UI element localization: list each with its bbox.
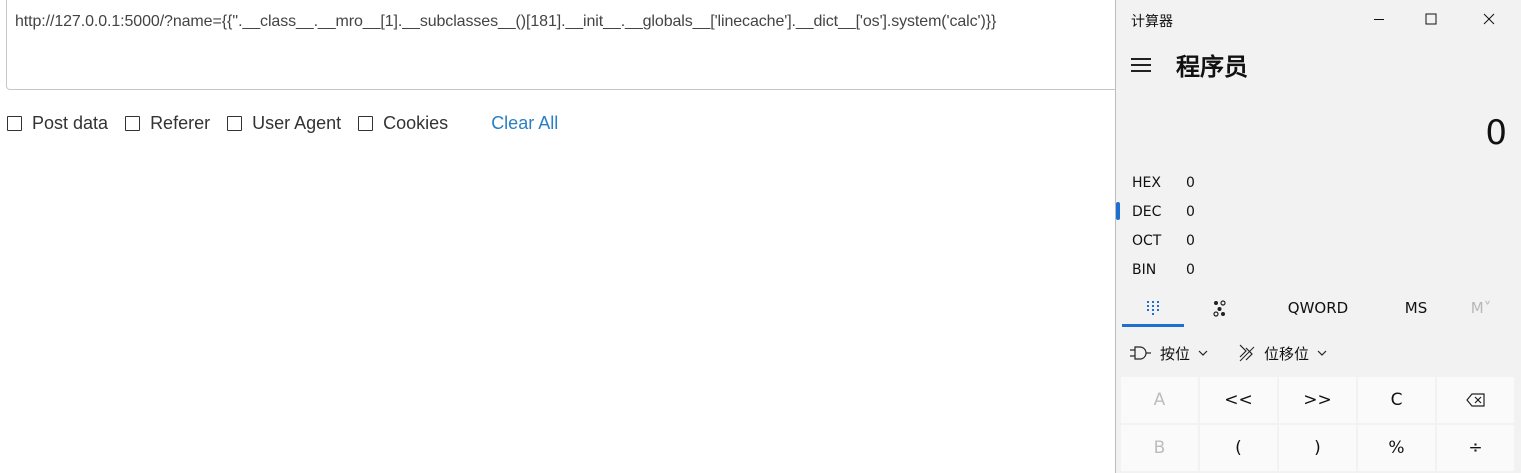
active-tab-indicator xyxy=(1122,324,1184,327)
close-icon xyxy=(1483,13,1495,25)
memory-store-button[interactable]: MS xyxy=(1386,289,1446,327)
post-data-checkbox[interactable] xyxy=(7,115,22,131)
bitshift-dropdown[interactable]: 位移位 xyxy=(1238,336,1327,370)
radix-value: 0 xyxy=(1186,261,1195,278)
referer-option[interactable]: Referer xyxy=(125,113,210,134)
minimize-icon xyxy=(1374,19,1384,20)
post-data-label: Post data xyxy=(32,112,109,133)
close-button[interactable] xyxy=(1466,0,1512,38)
maximize-icon xyxy=(1425,13,1437,25)
logic-gate-icon xyxy=(1130,346,1151,360)
chevron-down-icon xyxy=(1317,350,1327,356)
request-options: Post data Referer User Agent Cookies Cle… xyxy=(7,112,558,134)
key-shift-right[interactable]: >> xyxy=(1279,377,1356,423)
radix-dec[interactable]: DEC 0 xyxy=(1116,197,1521,226)
radix-name: OCT xyxy=(1132,232,1162,249)
referer-checkbox[interactable] xyxy=(125,115,141,131)
tab-full-keypad[interactable] xyxy=(1122,289,1184,327)
cookies-option[interactable]: Cookies xyxy=(358,113,448,134)
bitshift-label: 位移位 xyxy=(1264,344,1310,363)
hamburger-icon xyxy=(1131,58,1151,60)
user-agent-option[interactable]: User Agent xyxy=(227,113,341,134)
radix-name: BIN xyxy=(1132,261,1157,278)
minimize-button[interactable] xyxy=(1356,0,1402,38)
key-shift-left[interactable]: << xyxy=(1200,377,1277,423)
calculator-window: 计算器 程序员 0 HEX 0 DEC 0 OCT 0 BIN 0 QWORD … xyxy=(1115,0,1521,473)
keypad-icon xyxy=(1147,301,1159,315)
url-text: http://127.0.0.1:5000/?name={{''.__class… xyxy=(15,13,997,30)
memory-view-button[interactable]: M˅ xyxy=(1456,289,1506,327)
tab-bit-toggling[interactable] xyxy=(1202,289,1238,327)
cookies-checkbox[interactable] xyxy=(358,115,374,131)
bitwise-label: 按位 xyxy=(1160,344,1191,363)
radix-value: 0 xyxy=(1186,203,1195,220)
selection-indicator xyxy=(1116,202,1120,220)
key-modulo[interactable]: % xyxy=(1358,425,1435,471)
key-clear[interactable]: C xyxy=(1358,377,1435,423)
key-b[interactable]: B xyxy=(1121,425,1198,471)
radix-name: HEX xyxy=(1132,174,1161,191)
maximize-button[interactable] xyxy=(1408,0,1454,38)
bit-shift-icon xyxy=(1239,344,1255,362)
cookies-label: Cookies xyxy=(383,112,449,133)
key-open-paren[interactable]: ( xyxy=(1200,425,1277,471)
result-display: 0 xyxy=(1485,113,1507,153)
hamburger-icon-line xyxy=(1131,64,1151,66)
radix-value: 0 xyxy=(1186,174,1195,191)
menu-button[interactable] xyxy=(1131,56,1153,74)
word-size-button[interactable]: QWORD xyxy=(1274,289,1362,327)
radix-oct[interactable]: OCT 0 xyxy=(1116,226,1521,255)
chevron-down-icon xyxy=(1198,350,1208,356)
hamburger-icon-line xyxy=(1131,70,1151,72)
bit-toggle-icon xyxy=(1213,300,1226,317)
referer-label: Referer xyxy=(150,112,211,133)
key-backspace[interactable] xyxy=(1437,377,1514,423)
url-input[interactable]: http://127.0.0.1:5000/?name={{''.__class… xyxy=(6,0,1126,90)
radix-value: 0 xyxy=(1186,232,1195,249)
keypad-tabs: QWORD MS M˅ xyxy=(1116,289,1521,327)
key-close-paren[interactable]: ) xyxy=(1279,425,1356,471)
mode-title: 程序员 xyxy=(1176,53,1248,81)
key-a[interactable]: A xyxy=(1121,377,1198,423)
key-divide[interactable]: ÷ xyxy=(1437,425,1514,471)
radix-name: DEC xyxy=(1132,203,1162,220)
window-title: 计算器 xyxy=(1131,14,1173,30)
backspace-icon xyxy=(1465,393,1485,407)
user-agent-label: User Agent xyxy=(252,112,342,133)
bitwise-toolbar: 按位 位移位 xyxy=(1116,336,1521,370)
radix-hex[interactable]: HEX 0 xyxy=(1116,168,1521,197)
user-agent-checkbox[interactable] xyxy=(227,115,243,131)
bitwise-dropdown[interactable]: 按位 xyxy=(1130,336,1208,370)
post-data-option[interactable]: Post data xyxy=(7,113,108,134)
title-bar[interactable]: 计算器 xyxy=(1116,0,1521,38)
radix-bin[interactable]: BIN 0 xyxy=(1116,255,1521,284)
clear-all-link[interactable]: Clear All xyxy=(491,113,558,134)
